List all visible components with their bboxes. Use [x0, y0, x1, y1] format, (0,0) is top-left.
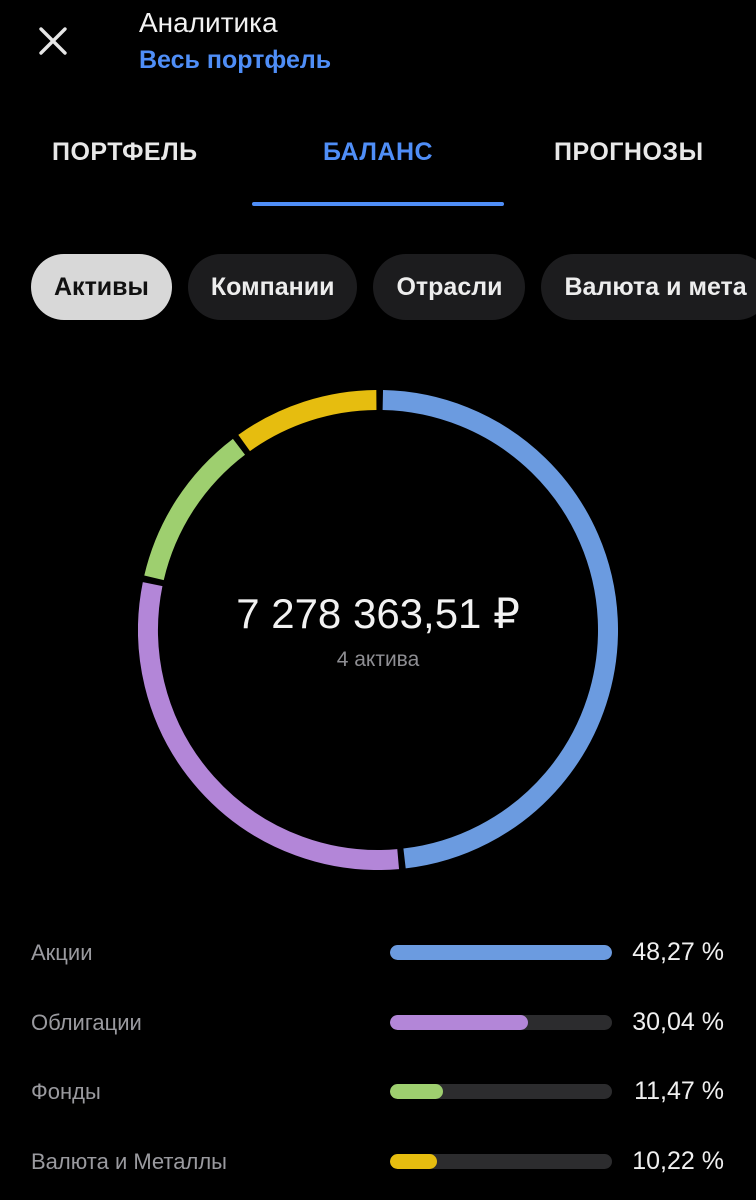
close-icon — [39, 27, 67, 55]
legend-label: Валюта и Металлы — [31, 1148, 227, 1174]
legend-bar-track — [390, 945, 612, 960]
legend-bar-track — [390, 1153, 612, 1169]
donut-center: 7 278 363,51 ₽ 4 актива — [138, 390, 618, 870]
active-tab-indicator — [252, 202, 504, 206]
portfolio-total: 7 278 363,51 ₽ — [236, 589, 520, 637]
page-title: Аналитика — [139, 7, 278, 38]
chip-currency-metals[interactable]: Валюта и мета — [541, 254, 756, 320]
legend-value: 30,04 % — [632, 1007, 724, 1036]
donut-chart: 7 278 363,51 ₽ 4 актива — [138, 390, 618, 870]
legend-row-funds[interactable]: Фонды 11,47 % — [0, 1057, 756, 1127]
legend-label: Акции — [31, 940, 93, 965]
header: Аналитика Весь портфель — [139, 6, 331, 76]
legend-row-currency-metals[interactable]: Валюта и Металлы 10,22 % — [0, 1127, 756, 1197]
legend-bar-track — [390, 1084, 612, 1099]
filter-chips: Активы Компании Отрасли Валюта и мета — [31, 254, 756, 322]
legend-value: 11,47 % — [634, 1077, 724, 1105]
legend-bar-track — [390, 1014, 612, 1030]
tab-balance[interactable]: БАЛАНС — [323, 138, 433, 167]
legend-bar-fill — [390, 1153, 437, 1169]
legend-bar-fill — [390, 945, 612, 960]
tab-bar: ПОРТФЕЛЬ БАЛАНС ПРОГНОЗЫ — [0, 110, 756, 210]
portfolio-selector[interactable]: Весь портфель — [139, 44, 331, 76]
legend-row-bonds[interactable]: Облигации 30,04 % — [0, 988, 756, 1058]
chip-industries[interactable]: Отрасли — [373, 254, 526, 320]
legend-bar-fill — [390, 1084, 443, 1099]
legend-value: 10,22 % — [632, 1146, 724, 1175]
tab-portfolio[interactable]: ПОРТФЕЛЬ — [52, 138, 198, 167]
legend-bar-fill — [390, 1014, 529, 1030]
tab-forecasts[interactable]: ПРОГНОЗЫ — [554, 138, 704, 167]
legend-label: Фонды — [31, 1079, 101, 1104]
asset-count: 4 актива — [336, 647, 420, 671]
legend-value: 48,27 % — [632, 938, 724, 966]
legend-row-stocks[interactable]: Акции 48,27 % — [0, 918, 756, 988]
chip-assets[interactable]: Активы — [31, 254, 172, 320]
legend-label: Облигации — [31, 1009, 142, 1035]
close-button[interactable] — [30, 18, 76, 64]
chip-companies[interactable]: Компании — [187, 254, 358, 320]
